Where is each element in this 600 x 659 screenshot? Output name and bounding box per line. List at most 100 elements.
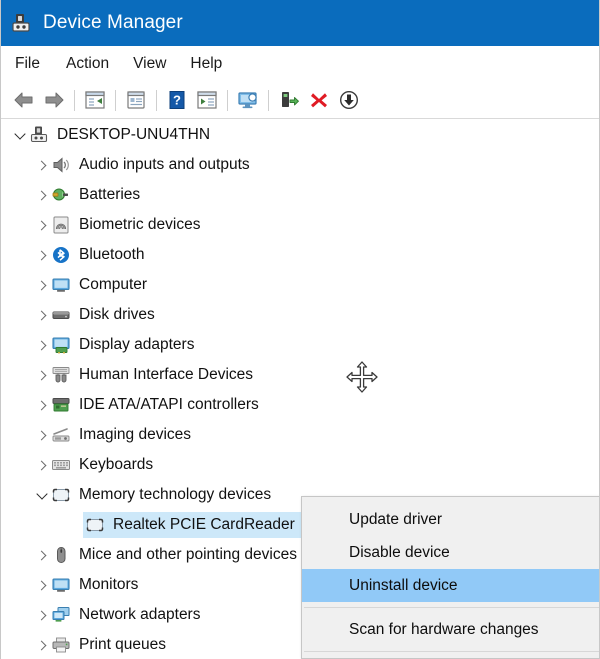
hid-icon [51, 365, 71, 385]
toolbar-separator [156, 90, 157, 111]
speaker-icon [51, 155, 71, 175]
device-manager-icon [11, 12, 33, 34]
svg-text:?: ? [173, 93, 181, 108]
chevron-right-icon[interactable] [33, 306, 51, 324]
tree-label: Computer [79, 277, 147, 293]
context-menu-separator [304, 607, 599, 608]
ctx-item-label: Update driver [349, 511, 442, 529]
console-tree-icon [84, 90, 106, 110]
toolbar: ? [1, 82, 600, 119]
show-hide-action-pane-button[interactable] [192, 86, 222, 114]
bluetooth-icon [51, 245, 71, 265]
tree-label: Print queues [79, 637, 166, 653]
disk-drive-icon [51, 305, 71, 325]
chevron-right-icon[interactable] [33, 216, 51, 234]
action-pane-icon [196, 90, 218, 110]
scan-hardware-icon [278, 90, 300, 110]
tree-row-ide-ata-atapi-controllers[interactable]: IDE ATA/ATAPI controllers [1, 390, 600, 420]
tree-label: Human Interface Devices [79, 367, 253, 383]
menu-bar: File Action View Help [1, 46, 600, 82]
memory-technology-icon [51, 485, 71, 505]
tree-row-computer[interactable]: Computer [1, 270, 600, 300]
toolbar-separator [227, 90, 228, 111]
toolbar-separator [268, 90, 269, 111]
properties-button[interactable] [121, 86, 151, 114]
context-menu[interactable]: Update driver Disable device Uninstall d… [301, 496, 600, 659]
back-arrow-icon [12, 90, 36, 110]
tree-label-selected: Realtek PCIE CardReader [113, 517, 295, 533]
back-button[interactable] [9, 86, 39, 114]
toolbar-separator [74, 90, 75, 111]
tree-label: Audio inputs and outputs [79, 157, 250, 173]
fingerprint-icon [51, 215, 71, 235]
chevron-right-icon[interactable] [33, 636, 51, 654]
tree-row-display-adapters[interactable]: Display adapters [1, 330, 600, 360]
toolbar-separator [115, 90, 116, 111]
tree-label: IDE ATA/ATAPI controllers [79, 397, 259, 413]
show-hide-console-tree-button[interactable] [80, 86, 110, 114]
chevron-right-icon[interactable] [33, 366, 51, 384]
chevron-right-icon[interactable] [33, 186, 51, 204]
down-arrow-circle-icon [338, 89, 360, 111]
tree-label: Bluetooth [79, 247, 145, 263]
chevron-right-icon[interactable] [33, 576, 51, 594]
ctx-scan-for-hardware-changes[interactable]: Scan for hardware changes [302, 613, 600, 646]
ctx-update-driver[interactable]: Update driver [302, 503, 600, 536]
tree-label: Imaging devices [79, 427, 191, 443]
tree-label: Mice and other pointing devices [79, 547, 297, 563]
printer-icon [51, 635, 71, 655]
network-adapter-icon [51, 605, 71, 625]
menu-view[interactable]: View [121, 53, 178, 75]
ctx-item-label: Scan for hardware changes [349, 621, 539, 639]
ctx-uninstall-device[interactable]: Uninstall device [302, 569, 600, 602]
computer-root-icon [29, 125, 49, 145]
tree-row-batteries[interactable]: Batteries [1, 180, 600, 210]
scan-hardware-changes-button[interactable] [274, 86, 304, 114]
tree-row-human-interface-devices[interactable]: Human Interface Devices [1, 360, 600, 390]
chevron-right-icon[interactable] [33, 336, 51, 354]
chevron-down-icon[interactable] [33, 486, 51, 504]
update-driver-button[interactable] [233, 86, 263, 114]
tree-label: Keyboards [79, 457, 153, 473]
tree-label: Memory technology devices [79, 487, 271, 503]
tree-row-biometric-devices[interactable]: Biometric devices [1, 210, 600, 240]
ctx-item-label: Disable device [349, 544, 450, 562]
chevron-right-icon[interactable] [33, 396, 51, 414]
window-title: Device Manager [43, 12, 183, 34]
uninstall-device-button[interactable] [304, 86, 334, 114]
tree-row-root[interactable]: DESKTOP-UNU4THN [1, 120, 600, 150]
tree-row-disk-drives[interactable]: Disk drives [1, 300, 600, 330]
menu-action[interactable]: Action [54, 53, 121, 75]
forward-button[interactable] [39, 86, 69, 114]
chevron-right-icon[interactable] [33, 456, 51, 474]
tree-label: Monitors [79, 577, 138, 593]
memory-technology-icon [85, 515, 105, 535]
tree-row-bluetooth[interactable]: Bluetooth [1, 240, 600, 270]
menu-file[interactable]: File [15, 53, 54, 75]
ctx-disable-device[interactable]: Disable device [302, 536, 600, 569]
tree-label: Batteries [79, 187, 140, 203]
tree-label: Biometric devices [79, 217, 200, 233]
chevron-right-icon[interactable] [33, 246, 51, 264]
chevron-right-icon[interactable] [33, 546, 51, 564]
tree-row-keyboards[interactable]: Keyboards [1, 450, 600, 480]
help-icon: ? [167, 90, 187, 110]
device-manager-window: Device Manager File Action View Help [0, 0, 600, 659]
context-menu-separator [304, 651, 599, 652]
monitor-icon [51, 575, 71, 595]
ctx-item-label: Uninstall device [349, 577, 458, 595]
chevron-right-icon[interactable] [33, 156, 51, 174]
red-x-icon [309, 90, 329, 110]
disable-device-button[interactable] [334, 86, 364, 114]
ide-controller-icon [51, 395, 71, 415]
chevron-right-icon[interactable] [33, 606, 51, 624]
menu-help[interactable]: Help [178, 53, 234, 75]
help-button[interactable]: ? [162, 86, 192, 114]
properties-icon [125, 90, 147, 110]
tree-label: Display adapters [79, 337, 194, 353]
chevron-down-icon[interactable] [11, 126, 29, 144]
tree-label: Disk drives [79, 307, 155, 323]
chevron-right-icon[interactable] [33, 276, 51, 294]
tree-row-audio-inputs-and-outputs[interactable]: Audio inputs and outputs [1, 150, 600, 180]
tree-row-imaging-devices[interactable]: Imaging devices [1, 420, 600, 450]
